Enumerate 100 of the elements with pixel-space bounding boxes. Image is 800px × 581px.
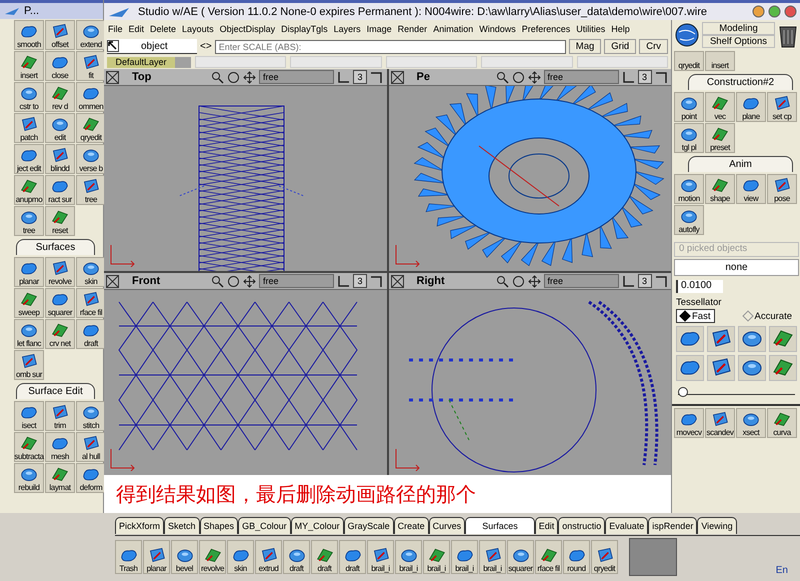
tool-button[interactable]: stitch <box>76 401 106 431</box>
shading-button[interactable] <box>676 326 704 352</box>
tool-button[interactable]: subtracta <box>14 432 44 462</box>
tool-button[interactable]: anupmo <box>14 175 44 205</box>
shelf-tab[interactable]: Surfaces <box>465 517 535 534</box>
count-button[interactable]: 3 <box>353 274 367 288</box>
tool-button[interactable]: plane <box>736 92 766 122</box>
section-tab[interactable]: Surfaces <box>16 239 95 255</box>
tool-button[interactable]: revolve <box>199 540 226 574</box>
section-tab[interactable]: Construction#2 <box>688 74 793 90</box>
toolbar-button[interactable]: Crv <box>639 39 668 54</box>
tool-button[interactable]: laymat <box>45 463 75 493</box>
tool-button[interactable]: insert <box>14 51 44 81</box>
selection-field[interactable]: none <box>674 259 799 276</box>
tool-button[interactable]: ommen <box>76 82 106 112</box>
language-indicator[interactable]: En <box>776 565 788 576</box>
tool-button[interactable]: qryedit <box>674 51 704 71</box>
tool-button[interactable]: edit <box>45 113 75 143</box>
tool-button[interactable]: shape <box>705 174 735 204</box>
tool-button[interactable]: scandev <box>705 408 735 438</box>
count-button[interactable]: 3 <box>638 70 652 84</box>
tool-button[interactable]: autofly <box>674 205 704 235</box>
tool-button[interactable]: isect <box>14 401 44 431</box>
tool-button[interactable]: draft <box>311 540 338 574</box>
tool-button[interactable]: skin <box>227 540 254 574</box>
shading-button[interactable] <box>738 355 766 381</box>
toggle-button[interactable]: <> <box>200 41 212 52</box>
view-mode-field[interactable]: free <box>259 70 334 84</box>
tool-button[interactable]: rebuild <box>14 463 44 493</box>
menu-item[interactable]: Layers <box>334 24 361 34</box>
tool-button[interactable]: pose <box>767 174 797 204</box>
menu-item[interactable]: Utilities <box>576 24 606 34</box>
layer-button[interactable]: DefaultLayer <box>107 56 175 68</box>
tool-button[interactable]: squarer <box>507 540 534 574</box>
tool-button[interactable]: rface fil <box>535 540 562 574</box>
tool-button[interactable]: offset <box>45 20 75 50</box>
tool-button[interactable]: reset <box>45 206 75 236</box>
tool-button[interactable]: tree <box>14 206 44 236</box>
tool-button[interactable]: skin <box>76 257 106 287</box>
shading-button[interactable] <box>676 355 704 381</box>
tool-button[interactable]: cstr to <box>14 82 44 112</box>
tool-button[interactable]: trim <box>45 401 75 431</box>
tool-button[interactable]: let flanc <box>14 319 44 349</box>
slider-thumb[interactable] <box>678 387 688 397</box>
menu-item[interactable]: Preferences <box>522 24 570 34</box>
shading-button[interactable] <box>707 326 735 352</box>
shelf-tab[interactable]: MY_Colour <box>290 517 344 534</box>
tessellator-option[interactable]: Accurate <box>738 309 797 323</box>
view-mode-field[interactable]: free <box>259 274 334 288</box>
shading-button[interactable] <box>738 326 766 352</box>
tool-button[interactable]: al hull <box>76 432 106 462</box>
tessellation-slider[interactable] <box>678 386 795 395</box>
tool-button[interactable]: patch <box>14 113 44 143</box>
section-tab[interactable]: Surface Edit <box>16 383 95 399</box>
shelf-tab[interactable]: GB_Colour <box>238 517 291 534</box>
tool-button[interactable]: mesh <box>45 432 75 462</box>
shading-button[interactable] <box>769 355 797 381</box>
menu-item[interactable]: Render <box>398 24 428 34</box>
tool-button[interactable]: verse b <box>76 144 106 174</box>
menu-item[interactable]: ObjectDisplay <box>220 24 276 34</box>
tool-button[interactable]: brail_i <box>479 540 506 574</box>
tool-button[interactable]: planar <box>143 540 170 574</box>
menu-item[interactable]: Image <box>366 24 392 34</box>
tool-button[interactable]: point <box>674 92 704 122</box>
menu-item[interactable]: Layouts <box>182 24 214 34</box>
menu-item[interactable]: Delete <box>150 24 176 34</box>
tolerance-field[interactable]: 0.0100 <box>676 280 723 293</box>
shelf-tab[interactable]: Create <box>394 517 429 534</box>
menu-item[interactable]: Animation <box>433 24 474 34</box>
tool-button[interactable]: insert <box>705 51 735 71</box>
tool-button[interactable]: extend <box>76 20 106 50</box>
tool-button[interactable]: draft <box>283 540 310 574</box>
tool-button[interactable]: curva <box>767 408 797 438</box>
tool-button[interactable]: crv net <box>45 319 75 349</box>
tool-button[interactable]: draft <box>76 319 106 349</box>
toolbar-button[interactable]: Mag <box>568 39 602 54</box>
tool-button[interactable]: vec <box>705 92 735 122</box>
count-button[interactable]: 3 <box>353 70 367 84</box>
tool-button[interactable]: brail_i <box>395 540 422 574</box>
shelf-button[interactable]: Shelf Options <box>702 35 775 48</box>
toolbar-button[interactable]: Grid <box>604 39 636 54</box>
shelf-tab[interactable]: GrayScale <box>344 517 394 534</box>
tool-button[interactable]: motion <box>674 174 704 204</box>
scale-field[interactable]: Enter SCALE (ABS): <box>214 40 566 54</box>
shelf-tab[interactable]: Viewing <box>697 517 737 534</box>
shelf-tab[interactable]: Curves <box>428 517 466 534</box>
tool-button[interactable]: round <box>563 540 590 574</box>
tool-button[interactable]: Trash <box>115 540 142 574</box>
count-button[interactable]: 3 <box>638 274 652 288</box>
tool-button[interactable]: fit <box>76 51 106 81</box>
view-mode-field[interactable]: free <box>544 274 618 288</box>
menu-item[interactable]: Help <box>611 24 630 34</box>
tool-button[interactable]: xsect <box>736 408 766 438</box>
tool-button[interactable]: revolve <box>45 257 75 287</box>
section-tab[interactable]: Anim <box>688 156 793 172</box>
tool-button[interactable]: preset <box>705 123 735 153</box>
shelf-tab[interactable]: PickXform <box>115 517 164 534</box>
shelf-tab[interactable]: Edit <box>534 517 558 534</box>
shelf-button[interactable]: Modeling <box>702 22 775 35</box>
pick-mode-button[interactable]: object <box>107 39 197 54</box>
